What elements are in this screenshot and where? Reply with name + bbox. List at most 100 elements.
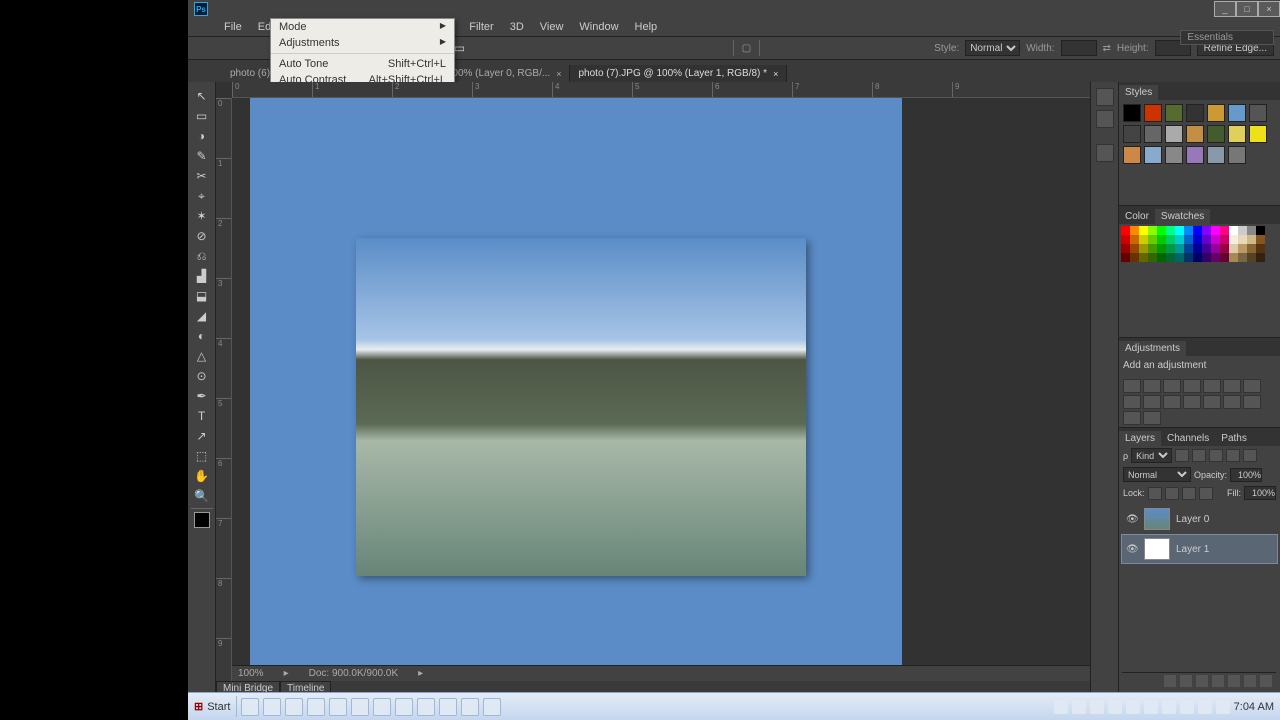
color-swatch[interactable] (1166, 235, 1175, 244)
adjustment-preset-15[interactable] (1143, 411, 1161, 425)
style-swatch[interactable] (1249, 104, 1267, 122)
fill-input[interactable] (1244, 486, 1276, 500)
opacity-input[interactable] (1230, 468, 1262, 482)
group-icon[interactable] (1228, 675, 1240, 687)
layer-thumbnail[interactable] (1144, 538, 1170, 560)
tool-5[interactable]: ⌖ (191, 186, 213, 206)
minimize-button[interactable]: _ (1214, 1, 1236, 17)
zoom-level[interactable]: 100% (238, 668, 264, 679)
style-swatch[interactable] (1207, 104, 1225, 122)
maximize-button[interactable]: □ (1236, 1, 1258, 17)
delete-layer-icon[interactable] (1260, 675, 1272, 687)
tool-0[interactable]: ↖ (191, 86, 213, 106)
tool-2[interactable]: ◑ (191, 126, 213, 146)
color-swatch[interactable] (1211, 235, 1220, 244)
color-swatch[interactable] (1157, 235, 1166, 244)
style-swatch[interactable] (1207, 146, 1225, 164)
tool-20[interactable]: 🔍 (191, 486, 213, 506)
color-swatch[interactable] (1157, 244, 1166, 253)
style-swatch[interactable] (1123, 125, 1141, 143)
color-swatch[interactable] (1193, 226, 1202, 235)
color-swatch[interactable] (1229, 253, 1238, 262)
new-selection-icon[interactable]: ▢ (742, 43, 751, 54)
color-swatch[interactable] (1121, 253, 1130, 262)
color-swatch[interactable] (1166, 226, 1175, 235)
properties-icon[interactable] (1096, 144, 1114, 162)
layer-kind-select[interactable]: Kind (1131, 448, 1172, 463)
mask-icon[interactable] (1196, 675, 1208, 687)
paths-tab[interactable]: Paths (1215, 431, 1253, 446)
adjustment-preset-3[interactable] (1183, 379, 1201, 393)
canvas-background[interactable] (250, 98, 902, 678)
tool-19[interactable]: ✋ (191, 466, 213, 486)
photo-layer[interactable] (356, 238, 806, 576)
tool-9[interactable]: ▟ (191, 266, 213, 286)
taskbar-app-8[interactable] (417, 698, 435, 716)
adjustment-preset-6[interactable] (1243, 379, 1261, 393)
color-swatch[interactable] (1130, 244, 1139, 253)
filter-type-icon[interactable] (1209, 449, 1223, 462)
color-swatch[interactable] (1184, 253, 1193, 262)
style-swatch[interactable] (1165, 125, 1183, 143)
channels-tab[interactable]: Channels (1161, 431, 1215, 446)
style-swatch[interactable] (1228, 125, 1246, 143)
visibility-icon[interactable]: 👁 (1126, 544, 1138, 555)
tool-7[interactable]: ⊘ (191, 226, 213, 246)
layer-thumbnail[interactable] (1144, 508, 1170, 530)
style-swatch[interactable] (1249, 125, 1267, 143)
color-swatch[interactable] (1229, 244, 1238, 253)
color-swatch[interactable] (1229, 226, 1238, 235)
color-swatch[interactable] (1157, 253, 1166, 262)
color-swatch[interactable] (1121, 244, 1130, 253)
style-swatch[interactable] (1228, 104, 1246, 122)
tray-icon-0[interactable] (1216, 700, 1230, 714)
color-swatch[interactable] (1229, 235, 1238, 244)
taskbar-app-7[interactable] (395, 698, 413, 716)
color-swatch[interactable] (1139, 244, 1148, 253)
color-swatch[interactable] (1175, 253, 1184, 262)
color-swatch[interactable] (1247, 226, 1256, 235)
adjustment-preset-9[interactable] (1163, 395, 1181, 409)
fill-adj-icon[interactable] (1212, 675, 1224, 687)
blend-mode-select[interactable]: Normal (1123, 467, 1191, 482)
color-swatch[interactable] (1130, 226, 1139, 235)
color-swatch[interactable] (1202, 235, 1211, 244)
style-swatch[interactable] (1186, 104, 1204, 122)
tray-icon-7[interactable] (1090, 700, 1104, 714)
color-swatch[interactable] (1166, 253, 1175, 262)
style-swatch[interactable] (1144, 104, 1162, 122)
tray-icon-6[interactable] (1108, 700, 1122, 714)
color-swatch[interactable] (1211, 226, 1220, 235)
menu-item-auto-tone[interactable]: Auto ToneShift+Ctrl+L (271, 56, 454, 72)
color-swatch[interactable] (1247, 244, 1256, 253)
adjustment-preset-1[interactable] (1143, 379, 1161, 393)
fx-icon[interactable] (1180, 675, 1192, 687)
tray-icon-2[interactable] (1180, 700, 1194, 714)
tool-15[interactable]: ✒ (191, 386, 213, 406)
tray-icon-1[interactable] (1198, 700, 1212, 714)
layers-tab[interactable]: Layers (1119, 431, 1161, 446)
taskbar-app-11[interactable] (483, 698, 501, 716)
color-swatch[interactable] (1175, 226, 1184, 235)
color-swatch[interactable] (1139, 253, 1148, 262)
color-swatch[interactable] (1211, 253, 1220, 262)
start-button[interactable]: ⊞Start (188, 696, 237, 717)
style-swatch[interactable] (1228, 146, 1246, 164)
taskbar-app-4[interactable] (329, 698, 347, 716)
tray-icon-4[interactable] (1144, 700, 1158, 714)
adjustment-preset-10[interactable] (1183, 395, 1201, 409)
new-layer-icon[interactable] (1244, 675, 1256, 687)
adjustment-preset-2[interactable] (1163, 379, 1181, 393)
style-swatch[interactable] (1207, 125, 1225, 143)
tool-16[interactable]: T (191, 406, 213, 426)
taskbar-app-3[interactable] (307, 698, 325, 716)
color-swatch[interactable] (1121, 235, 1130, 244)
menu-window[interactable]: Window (571, 19, 626, 35)
style-swatch[interactable] (1123, 146, 1141, 164)
close-button[interactable]: × (1258, 1, 1280, 17)
styles-tab[interactable]: Styles (1119, 85, 1158, 100)
color-swatch[interactable] (1193, 253, 1202, 262)
taskbar-app-0[interactable] (241, 698, 259, 716)
menu-view[interactable]: View (532, 19, 572, 35)
color-swatch[interactable] (1247, 235, 1256, 244)
